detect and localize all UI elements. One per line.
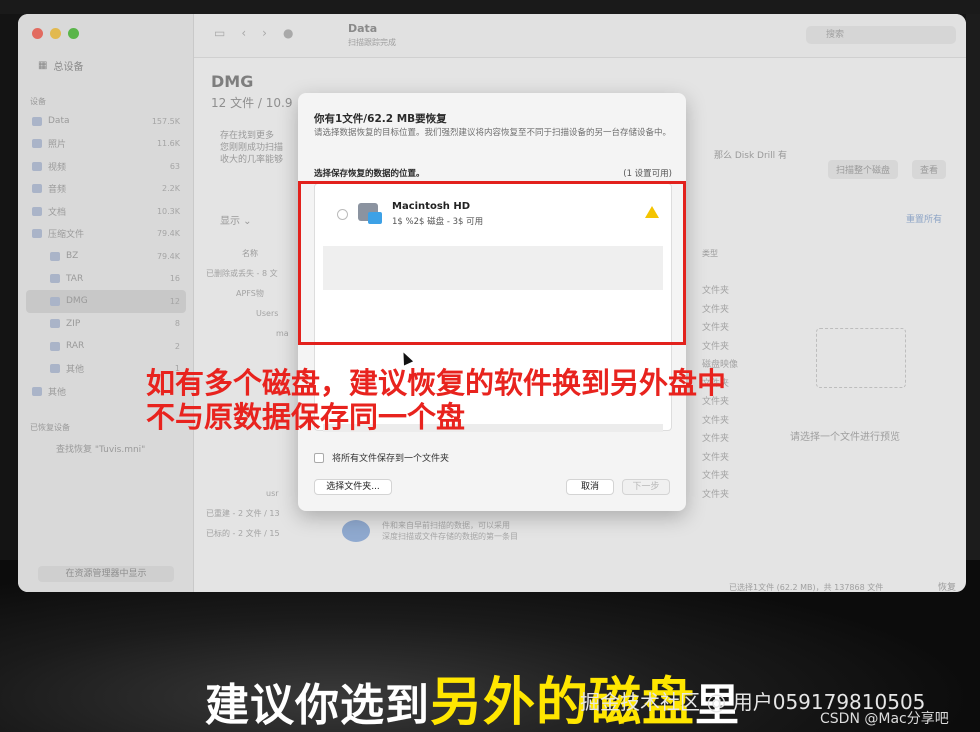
cancel-button[interactable]: 取消 <box>566 479 614 495</box>
folder-icon <box>50 296 60 306</box>
status-icon: ● <box>282 26 294 40</box>
drive-icon <box>32 116 42 126</box>
folder-icon <box>50 251 60 261</box>
minimize-window-button[interactable] <box>50 28 61 39</box>
choose-folder-button[interactable]: 选择文件夹... <box>314 479 392 495</box>
window-title: Data <box>348 22 378 35</box>
sidebar-item-archives[interactable]: 压缩文件 79.4K <box>26 223 186 246</box>
sidebar-list: Data 157.5K 照片 11.6K 视频 63 音频 2.2K 文档 10.3K 压… <box>26 110 186 403</box>
info-message: 件和来自早前扫描的数据，可以采用 深度扫描或文件存储的数据的第一条目 <box>382 521 518 541</box>
sidebar-item-documents[interactable]: 文档 10.3K <box>26 200 186 223</box>
page-subtitle: 12 文件 / 10.9 <box>211 96 293 110</box>
sidebar-item-videos[interactable]: 视频 63 <box>26 155 186 178</box>
tree-row[interactable]: 已标的 - 2 文件 / 15 <box>206 524 406 544</box>
selection-status: 已选择1文件 (62.2 MB)，共 137868 文件 <box>729 583 884 592</box>
dialog-title: 你有1文件/62.2 MB要恢复 <box>314 113 447 125</box>
folder-icon <box>50 364 60 374</box>
music-icon <box>32 184 42 194</box>
sidebar-item-data[interactable]: Data 157.5K <box>26 110 186 133</box>
annotation-text: 如有多个磁盘，建议恢复的软件换到另外盘中 不与原数据保存同一个盘 <box>146 366 727 434</box>
sidebar-item-audio[interactable]: 音频 2.2K <box>26 178 186 201</box>
video-icon <box>32 161 42 171</box>
forward-icon[interactable]: › <box>262 26 267 40</box>
folder-icon <box>50 274 60 284</box>
sidebar-item-rar[interactable]: RAR 2 <box>26 335 186 358</box>
sidebar: ▦ 总设备 设备 Data 157.5K 照片 11.6K 视频 63 音频 2.2K … <box>18 14 194 592</box>
toolbar-nav: ▭ ‹ › ● <box>214 26 293 40</box>
search-input[interactable]: 搜索 <box>806 26 956 44</box>
toolbar: ▭ ‹ › ● Data 扫描跟踪完成 搜索 <box>194 14 966 58</box>
recover-button[interactable]: 恢复 <box>938 580 956 592</box>
document-icon <box>32 206 42 216</box>
zoom-window-button[interactable] <box>68 28 79 39</box>
sidebar-item-dmg[interactable]: DMG 12 <box>26 290 186 313</box>
column-header-name[interactable]: 名称 <box>242 248 258 259</box>
archive-icon <box>32 229 42 239</box>
destination-label: 选择保存恢复的数据的位置。 <box>314 169 425 179</box>
window-subtitle: 扫描跟踪完成 <box>348 38 396 47</box>
folder-icon <box>50 341 60 351</box>
preview-hint: 请选择一个文件进行预览 <box>790 432 900 443</box>
warning-message-tail: 那么 Disk Drill 有 <box>714 151 788 161</box>
watermark-csdn: CSDN @Mac分享吧 <box>820 711 949 727</box>
back-icon[interactable]: ‹ <box>241 26 246 40</box>
warning-message: 存在找到更多 您刚刚成功扫描 收大的几率能够 <box>220 131 284 165</box>
destination-count: (1 设置可用) <box>623 169 672 179</box>
sidebar-toggle-icon[interactable]: ▭ <box>214 26 225 40</box>
checkbox[interactable] <box>314 452 324 463</box>
sidebar-section-recovered: 已恢复设备 <box>30 423 70 432</box>
scan-actions: 扫描整个磁盘 查看 <box>828 160 947 179</box>
folder-icon <box>50 319 60 329</box>
scan-all-button[interactable]: 扫描整个磁盘 <box>828 160 899 179</box>
dialog-description: 请选择数据恢复的目标位置。我们强烈建议将内容恢复至不同于扫描设备的另一台存储设备… <box>314 128 672 138</box>
sidebar-item-zip[interactable]: ZIP 8 <box>26 313 186 336</box>
save-to-one-folder-option[interactable]: 将所有文件保存到一个文件夹 <box>314 451 449 464</box>
question-icon <box>32 386 42 396</box>
sidebar-item-tar[interactable]: TAR 16 <box>26 268 186 291</box>
next-button[interactable]: 下一步 <box>622 479 670 495</box>
sidebar-item-bz[interactable]: BZ 79.4K <box>26 245 186 268</box>
video-background-right <box>966 14 980 594</box>
window-controls <box>32 28 79 39</box>
sidebar-recent-item[interactable]: 查找恢复 "Tuvis.mni" <box>56 442 145 455</box>
video-background-top <box>0 0 980 14</box>
close-window-button[interactable] <box>32 28 43 39</box>
page-title: DMG <box>211 72 254 91</box>
show-in-finder-button[interactable]: 在资源管理器中显示 <box>38 566 174 582</box>
recover-all-link[interactable]: 重置所有 <box>906 212 942 225</box>
all-devices-item[interactable]: ▦ 总设备 <box>38 58 83 73</box>
show-dropdown[interactable]: 显示 ⌄ <box>220 212 252 227</box>
sidebar-item-photos[interactable]: 照片 11.6K <box>26 133 186 156</box>
view-button[interactable]: 查看 <box>912 160 947 179</box>
annotation-highlight-box <box>298 181 686 345</box>
grid-icon: ▦ <box>38 60 48 71</box>
column-header-type[interactable]: 类型 <box>702 248 718 259</box>
sidebar-section-devices: 设备 <box>30 97 46 106</box>
info-icon <box>342 520 370 542</box>
mouse-cursor-icon <box>398 350 414 366</box>
preview-placeholder-icon <box>816 328 906 388</box>
photo-icon <box>32 139 42 149</box>
